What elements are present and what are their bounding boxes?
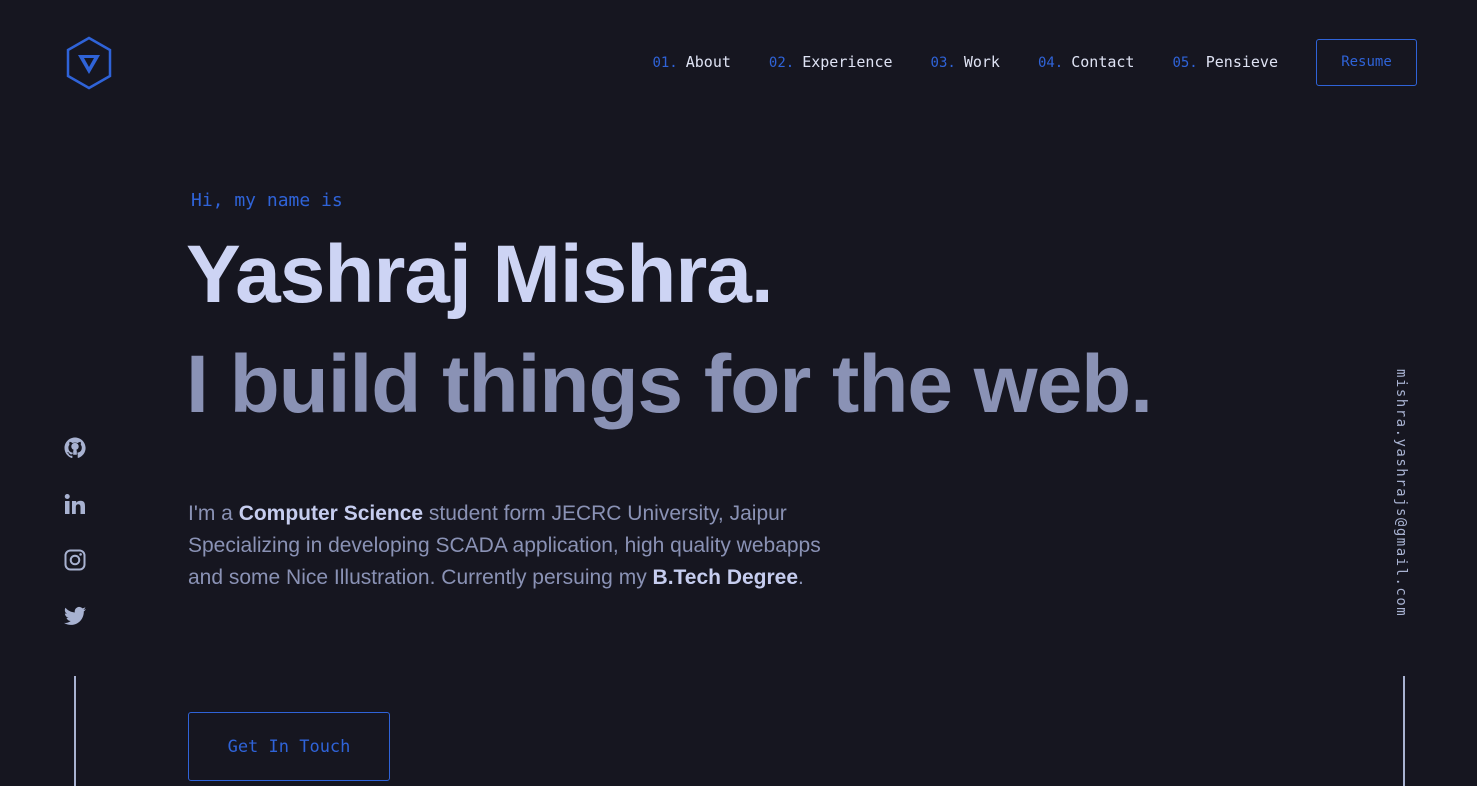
twitter-icon[interactable] [63, 604, 87, 628]
nav-label: Pensieve [1205, 53, 1278, 71]
instagram-icon[interactable] [63, 548, 87, 572]
nav-number: 02. [768, 55, 795, 71]
nav-label: Experience [802, 53, 893, 71]
nav-item-about[interactable]: 01. About [652, 53, 730, 71]
nav-label: Work [963, 53, 1000, 71]
right-vertical-line [1403, 676, 1405, 786]
social-links [63, 436, 87, 660]
bio-highlight-degree-field: Computer Science [238, 502, 424, 525]
hero-name: Yashraj Mishra. [186, 229, 774, 320]
nav-item-pensieve[interactable]: 05. Pensieve [1172, 53, 1278, 71]
intro-text: Hi, my name is [191, 190, 343, 211]
get-in-touch-button[interactable]: Get In Touch [188, 712, 390, 781]
nav-number: 04. [1037, 55, 1064, 71]
resume-button[interactable]: Resume [1316, 38, 1417, 86]
nav-label: Contact [1071, 53, 1135, 71]
hero-tagline: I build things for the web. [186, 339, 1153, 430]
nav-number: 05. [1172, 55, 1198, 71]
email-link[interactable]: mishra.yashrajs@gmail.com [1393, 369, 1409, 617]
bio-highlight-degree: B.Tech Degree [652, 566, 799, 589]
bio-paragraph: I'm a Computer Science student form JECR… [188, 498, 828, 594]
main-nav: 01. About 02. Experience 03. Work 04. Contac… [652, 0, 1417, 124]
bio-text: I'm a [188, 502, 239, 525]
nav-number: 01. [652, 55, 678, 71]
nav-item-contact[interactable]: 04. Contact [1038, 53, 1135, 71]
logo[interactable] [65, 36, 113, 90]
github-icon[interactable] [63, 436, 87, 460]
nav-item-experience[interactable]: 02. Experience [769, 53, 893, 71]
linkedin-icon[interactable] [63, 492, 87, 516]
nav-number: 03. [930, 55, 956, 71]
hexagon-v-logo-icon [66, 36, 112, 90]
bio-text: . [798, 566, 804, 589]
nav-label: About [685, 53, 731, 71]
left-vertical-line [74, 676, 76, 786]
nav-item-work[interactable]: 03. Work [931, 53, 1000, 71]
